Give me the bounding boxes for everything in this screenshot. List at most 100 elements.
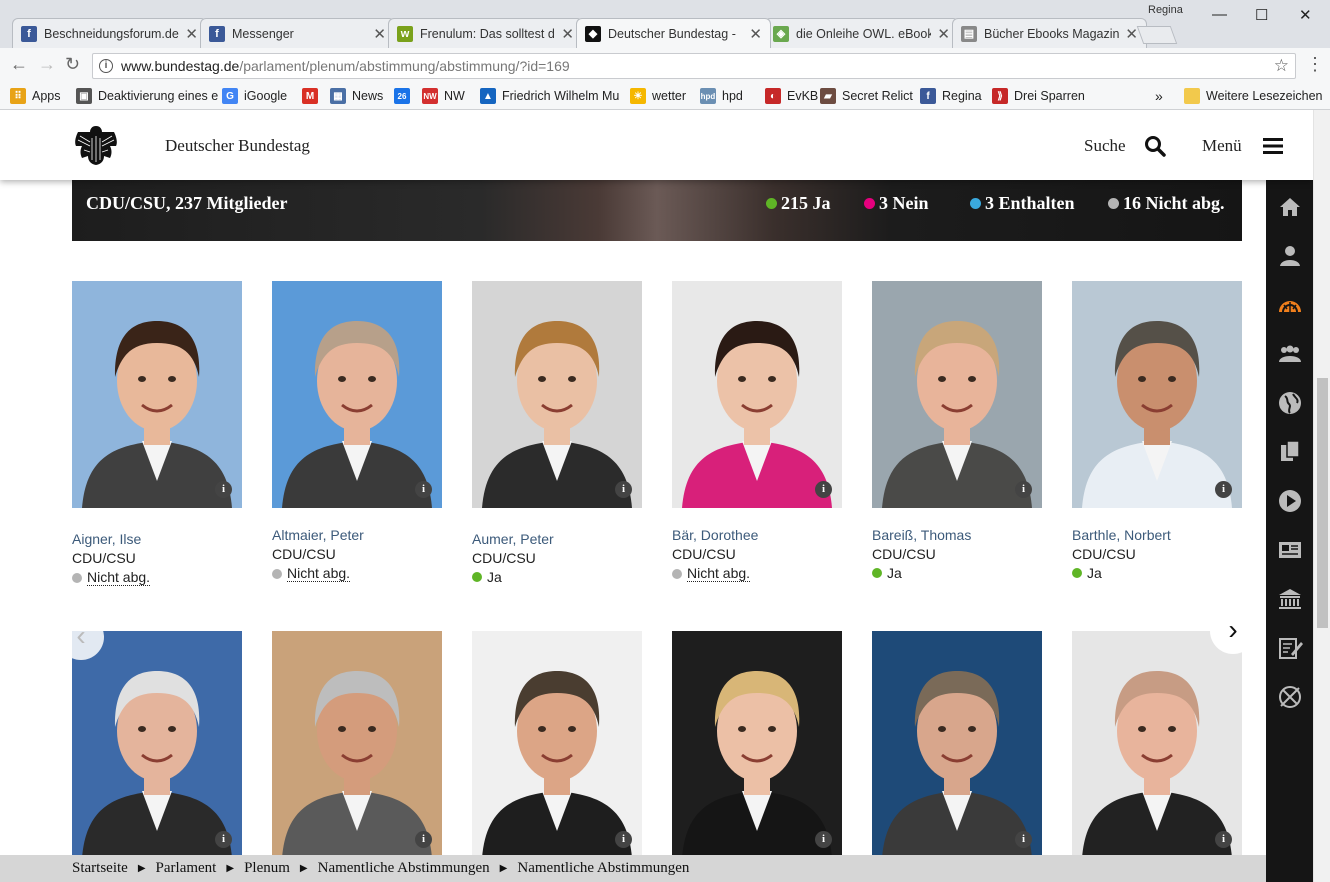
breadcrumb-item[interactable]: Plenum <box>244 860 290 877</box>
address-bar[interactable]: i www.bundestag.de/parlament/plenum/abst… <box>92 53 1296 79</box>
member-card[interactable]: i Bär, Dorothee CDU/CSU Nicht abg. <box>672 281 842 582</box>
profile-name[interactable]: Regina <box>1148 4 1183 16</box>
tab-3[interactable]: w Frenulum: Das solltest du ✕ <box>388 18 583 48</box>
info-icon[interactable]: i <box>415 831 432 848</box>
info-icon[interactable]: i <box>215 481 232 498</box>
breadcrumb-item[interactable]: Namentliche Abstimmungen <box>318 860 490 877</box>
bookmark-star-icon[interactable]: ☆ <box>1274 56 1289 76</box>
tab-2[interactable]: f Messenger ✕ <box>200 18 395 48</box>
info-icon[interactable]: i <box>1215 831 1232 848</box>
reload-icon[interactable]: ↻ <box>65 54 80 75</box>
bookmark-10[interactable]: hpd hpd <box>700 88 743 104</box>
close-tab-icon[interactable]: ✕ <box>937 25 950 43</box>
member-name[interactable]: Aumer, Peter <box>472 531 642 547</box>
carousel-prev-button[interactable]: ‹ <box>58 614 104 660</box>
tab-4[interactable]: ◆ Deutscher Bundestag - ✕ <box>576 18 771 48</box>
info-icon[interactable]: i <box>1015 831 1032 848</box>
more-bookmarks-chevron[interactable]: » <box>1155 88 1163 104</box>
member-photo[interactable]: i <box>872 631 1042 858</box>
cancel-icon[interactable] <box>1277 684 1303 710</box>
bookmark-4[interactable]: M <box>302 88 324 104</box>
member-name[interactable]: Bär, Dorothee <box>672 527 842 543</box>
person-icon[interactable] <box>1277 243 1303 269</box>
menu-button[interactable]: Menü <box>1202 136 1283 156</box>
home-icon[interactable] <box>1277 194 1303 220</box>
member-vote-label[interactable]: Nicht abg. <box>287 565 351 582</box>
member-name[interactable]: Altmaier, Peter <box>272 527 442 543</box>
member-card[interactable]: i Aigner, Ilse CDU/CSU Nicht abg. <box>72 281 242 586</box>
close-tab-icon[interactable]: ✕ <box>1125 25 1138 43</box>
info-icon[interactable]: i <box>615 831 632 848</box>
chrome-menu-icon[interactable]: ⋮ <box>1306 54 1324 75</box>
member-vote-label[interactable]: Nicht abg. <box>687 565 751 582</box>
member-card[interactable]: i <box>472 631 642 858</box>
globe-icon[interactable] <box>1277 390 1303 416</box>
carousel-next-button[interactable]: › <box>1210 608 1256 654</box>
play-icon[interactable] <box>1277 488 1303 514</box>
tab-1[interactable]: f Beschneidungsforum.de ✕ <box>12 18 207 48</box>
news-icon[interactable] <box>1277 537 1303 563</box>
member-card[interactable]: i <box>272 631 442 858</box>
member-name[interactable]: Aigner, Ilse <box>72 531 242 547</box>
tab-5[interactable]: ◈ die Onleihe OWL. eBook ✕ <box>764 18 959 48</box>
bookmark-11[interactable]: ◐ EvKB <box>765 88 818 104</box>
page-scrollbar[interactable] <box>1313 110 1330 882</box>
forward-icon[interactable]: → <box>38 54 56 75</box>
member-photo[interactable]: i <box>472 631 642 858</box>
breadcrumb-item[interactable]: Namentliche Abstimmungen <box>517 860 689 877</box>
breadcrumb-item[interactable]: Startseite <box>72 860 128 877</box>
info-icon[interactable]: i <box>815 831 832 848</box>
bookmark-13[interactable]: f Regina <box>920 88 982 104</box>
close-tab-icon[interactable]: ✕ <box>373 25 386 43</box>
member-card[interactable]: i Bareiß, Thomas CDU/CSU Ja <box>872 281 1042 581</box>
member-name[interactable]: Barthle, Norbert <box>1072 527 1242 543</box>
member-photo[interactable]: i <box>272 631 442 858</box>
member-photo[interactable]: i <box>72 281 242 508</box>
close-window-icon[interactable]: ✕ <box>1299 6 1312 24</box>
info-icon[interactable]: i <box>815 481 832 498</box>
close-tab-icon[interactable]: ✕ <box>185 25 198 43</box>
member-card[interactable]: i Barthle, Norbert CDU/CSU Ja <box>1072 281 1242 581</box>
member-photo[interactable]: i <box>472 281 642 508</box>
member-card[interactable]: i Altmaier, Peter CDU/CSU Nicht abg. <box>272 281 442 582</box>
member-card[interactable]: i Aumer, Peter CDU/CSU Ja <box>472 281 642 585</box>
member-vote-label[interactable]: Nicht abg. <box>87 569 151 586</box>
member-card[interactable]: i <box>672 631 842 858</box>
group-icon[interactable] <box>1277 341 1303 367</box>
info-icon[interactable]: i <box>415 481 432 498</box>
bundestag-eagle-logo[interactable] <box>72 124 120 166</box>
breadcrumb-item[interactable]: Parlament <box>156 860 217 877</box>
member-card[interactable]: i <box>72 631 242 858</box>
bookmark-2[interactable]: ▣ Deaktivierung eines e <box>76 88 218 104</box>
close-tab-icon[interactable]: ✕ <box>749 25 762 43</box>
member-photo[interactable]: i <box>1072 281 1242 508</box>
bookmark-14[interactable]: ⟫ Drei Sparren <box>992 88 1085 104</box>
site-name[interactable]: Deutscher Bundestag <box>165 136 310 156</box>
maximize-icon[interactable]: ☐ <box>1255 6 1268 24</box>
search-button[interactable]: Suche <box>1084 136 1166 157</box>
edit-icon[interactable] <box>1277 635 1303 661</box>
tab-6[interactable]: ▤ Bücher Ebooks Magazin ✕ <box>952 18 1147 48</box>
member-name[interactable]: Bareiß, Thomas <box>872 527 1042 543</box>
member-card[interactable]: i <box>1072 631 1242 858</box>
bookmark-1[interactable]: ⠿ Apps <box>10 88 61 104</box>
other-bookmarks-folder[interactable]: Weitere Lesezeichen <box>1184 88 1323 104</box>
info-icon[interactable]: i <box>615 481 632 498</box>
info-icon[interactable]: i <box>1215 481 1232 498</box>
building-icon[interactable] <box>1277 586 1303 612</box>
bookmark-8[interactable]: ▲ Friedrich Wilhelm Mu <box>480 88 619 104</box>
member-photo[interactable]: i <box>272 281 442 508</box>
member-card[interactable]: i <box>872 631 1042 858</box>
info-icon[interactable]: i <box>215 831 232 848</box>
close-tab-icon[interactable]: ✕ <box>561 25 574 43</box>
scrollbar-thumb[interactable] <box>1317 378 1328 628</box>
member-photo[interactable]: i <box>1072 631 1242 858</box>
member-photo[interactable]: i <box>72 631 242 858</box>
member-photo[interactable]: i <box>672 631 842 858</box>
bookmark-6[interactable]: 26 <box>394 88 416 104</box>
site-info-icon[interactable]: i <box>99 59 113 73</box>
new-tab-button[interactable] <box>1136 26 1178 44</box>
bookmark-9[interactable]: ☀ wetter <box>630 88 686 104</box>
bookmark-3[interactable]: GiGoogle <box>222 88 287 104</box>
bookmark-12[interactable]: ▰ Secret Relict <box>820 88 913 104</box>
